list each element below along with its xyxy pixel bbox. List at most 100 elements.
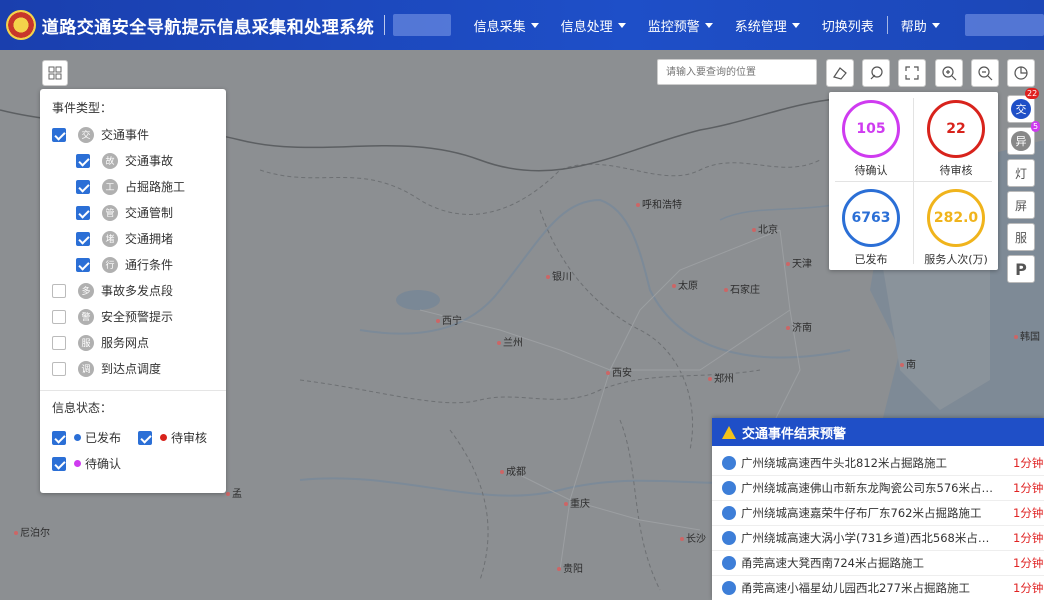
checkbox[interactable] bbox=[76, 179, 90, 194]
zoom-in-button[interactable] bbox=[935, 59, 963, 87]
construction-icon bbox=[722, 481, 736, 495]
layer-item-accident-hotspot[interactable]: 多 事故多发点段 bbox=[52, 282, 173, 299]
alert-item-text: 甬莞高速小福星幼儿园西北277米占掘路施工 bbox=[741, 581, 970, 595]
measure-area-button[interactable] bbox=[862, 59, 890, 87]
status-label: 待确认 bbox=[85, 457, 122, 471]
stat-label: 已发布 bbox=[854, 253, 888, 266]
badge-count: 22 bbox=[1025, 88, 1040, 99]
nav-switch-list[interactable]: 切换列表 bbox=[811, 16, 885, 35]
alert-list-item[interactable]: 甬莞高速小福星幼儿园西北277米占掘路施工 1分钟 bbox=[712, 576, 1044, 600]
alert-item-text: 广州绕城高速西牛头北812米占掘路施工 bbox=[741, 456, 947, 470]
alert-list-item[interactable]: 甬莞高速大凳西南724米占掘路施工 1分钟 bbox=[712, 551, 1044, 576]
nav-system-admin[interactable]: 系统管理 bbox=[724, 16, 811, 35]
side-service-button[interactable]: 服 bbox=[1007, 223, 1035, 251]
measure-distance-button[interactable] bbox=[826, 59, 854, 87]
alarm-light-icon: 灯 bbox=[1014, 166, 1027, 181]
checkbox[interactable] bbox=[52, 456, 66, 471]
checkbox[interactable] bbox=[76, 231, 90, 246]
stat-pending-review[interactable]: 22 待审核 bbox=[914, 92, 998, 181]
status-label: 待审核 bbox=[171, 431, 208, 445]
map-label-jinan: 济南 bbox=[786, 319, 812, 334]
layer-filter-panel: 事件类型： 交 交通事件 故 交通事故 工 占掘路施工 管 交通管制 堵 交通拥… bbox=[40, 89, 226, 493]
layer-item-label: 通行条件 bbox=[125, 258, 174, 272]
alert-list-item[interactable]: 广州绕城高速佛山市新东龙陶瓷公司东576米占掘路施工 1分钟 bbox=[712, 476, 1044, 501]
traffic-event-icon: 交 bbox=[78, 126, 94, 143]
side-parking-button[interactable]: P bbox=[1007, 255, 1035, 283]
layer-item-passage-condition[interactable]: 行 通行条件 bbox=[76, 256, 173, 273]
statistics-toggle-button[interactable] bbox=[1007, 59, 1035, 87]
checkbox[interactable] bbox=[52, 335, 66, 350]
stat-service-count[interactable]: 282.0 服务人次(万) bbox=[914, 181, 998, 270]
alert-list-item[interactable]: 广州绕城高速西牛头北812米占掘路施工 1分钟 bbox=[712, 451, 1044, 476]
status-published[interactable]: 已发布 bbox=[52, 429, 121, 446]
zoom-out-button[interactable] bbox=[971, 59, 999, 87]
traffic-jam-icon: 堵 bbox=[102, 230, 118, 247]
warning-icon bbox=[722, 425, 736, 439]
stat-label: 待审核 bbox=[939, 164, 973, 177]
fullscreen-icon bbox=[905, 66, 919, 80]
alert-header: 交通事件结束预警 bbox=[712, 418, 1044, 446]
fullscreen-button[interactable] bbox=[898, 59, 926, 87]
alert-item-text: 广州绕城高速大涡小学(731乡道)西北568米占掘路施工 bbox=[741, 531, 993, 545]
stat-value: 105 bbox=[842, 100, 900, 158]
map-label-tianjin: 天津 bbox=[786, 255, 812, 270]
alert-list-item[interactable]: 广州绕城高速大涡小学(731乡道)西北568米占掘路施工 1分钟 bbox=[712, 526, 1044, 551]
chevron-down-icon bbox=[530, 22, 539, 28]
alert-item-text: 广州绕城高速嘉荣牛仔布厂东762米占掘路施工 bbox=[741, 506, 982, 520]
stat-published[interactable]: 6763 已发布 bbox=[829, 181, 913, 270]
layer-item-traffic-event[interactable]: 交 交通事件 bbox=[52, 126, 149, 143]
layer-item-safety-warning[interactable]: 警 安全预警提示 bbox=[52, 308, 173, 325]
stat-value: 22 bbox=[927, 100, 985, 158]
checkbox[interactable] bbox=[52, 361, 66, 376]
map-label-changsha: 长沙 bbox=[680, 530, 706, 545]
checkbox[interactable] bbox=[52, 127, 66, 142]
stat-label: 待确认 bbox=[854, 164, 888, 177]
status-label: 已发布 bbox=[85, 431, 122, 445]
map-label-lanzhou: 兰州 bbox=[497, 334, 523, 349]
map-label-guiyang: 贵阳 bbox=[557, 560, 583, 575]
checkbox[interactable] bbox=[76, 153, 90, 168]
status-dot-purple bbox=[74, 460, 81, 467]
location-search-input[interactable] bbox=[657, 59, 817, 85]
checkbox[interactable] bbox=[138, 430, 152, 445]
layer-item-service-point[interactable]: 服 服务网点 bbox=[52, 334, 149, 351]
status-pending-review[interactable]: 待审核 bbox=[138, 429, 207, 446]
statistics-panel: 105 待确认 22 待审核 6763 已发布 282.0 服务人次(万) bbox=[829, 92, 998, 270]
map-label-taiyuan: 太原 bbox=[672, 277, 698, 292]
nav-help[interactable]: 帮助 bbox=[890, 16, 951, 35]
layer-item-traffic-accident[interactable]: 故 交通事故 bbox=[76, 152, 173, 169]
alert-list-item[interactable]: 广州绕城高速嘉荣牛仔布厂东762米占掘路施工 1分钟 bbox=[712, 501, 1044, 526]
checkbox[interactable] bbox=[76, 257, 90, 272]
layer-item-label: 交通事件 bbox=[101, 128, 150, 142]
nav-info-collect[interactable]: 信息采集 bbox=[463, 16, 550, 35]
badge-count: 5 bbox=[1031, 121, 1041, 132]
arrival-dispatch-icon: 调 bbox=[78, 360, 94, 377]
traffic-control-icon: 管 bbox=[102, 204, 118, 221]
alert-item-time: 1分钟 bbox=[1013, 506, 1044, 520]
status-dot-blue bbox=[74, 434, 81, 441]
side-anomaly-button[interactable]: 异 bbox=[1007, 127, 1035, 155]
status-pending-confirm[interactable]: 待确认 bbox=[52, 455, 121, 472]
alert-item-text: 甬莞高速大凳西南724米占掘路施工 bbox=[741, 556, 924, 570]
map-label-partial: 孟 bbox=[226, 485, 242, 500]
checkbox[interactable] bbox=[76, 205, 90, 220]
stat-value: 282.0 bbox=[927, 189, 985, 247]
side-traffic-event-button[interactable]: 交 bbox=[1007, 95, 1035, 123]
nav-monitor-alert[interactable]: 监控预警 bbox=[637, 16, 724, 35]
layer-item-traffic-jam[interactable]: 堵 交通拥堵 bbox=[76, 230, 173, 247]
stat-pending-confirm[interactable]: 105 待确认 bbox=[829, 92, 913, 181]
nav-info-process[interactable]: 信息处理 bbox=[550, 16, 637, 35]
layer-toggle-button[interactable] bbox=[42, 60, 68, 86]
side-screen-button[interactable]: 屏 bbox=[1007, 191, 1035, 219]
map-label-xian: 西安 bbox=[606, 364, 632, 379]
layer-item-label: 占掘路施工 bbox=[125, 180, 186, 194]
layer-item-road-construction[interactable]: 工 占掘路施工 bbox=[76, 178, 185, 195]
checkbox[interactable] bbox=[52, 309, 66, 324]
checkbox[interactable] bbox=[52, 430, 66, 445]
checkbox[interactable] bbox=[52, 283, 66, 298]
top-header: 道路交通安全导航提示信息采集和处理系统 信息采集 信息处理 监控预警 系统管理 … bbox=[0, 0, 1044, 50]
layer-item-traffic-control[interactable]: 管 交通管制 bbox=[76, 204, 173, 221]
side-alarm-light-button[interactable]: 灯 bbox=[1007, 159, 1035, 187]
screen-icon: 屏 bbox=[1014, 198, 1027, 213]
layer-item-arrival-dispatch[interactable]: 调 到达点调度 bbox=[52, 360, 161, 377]
